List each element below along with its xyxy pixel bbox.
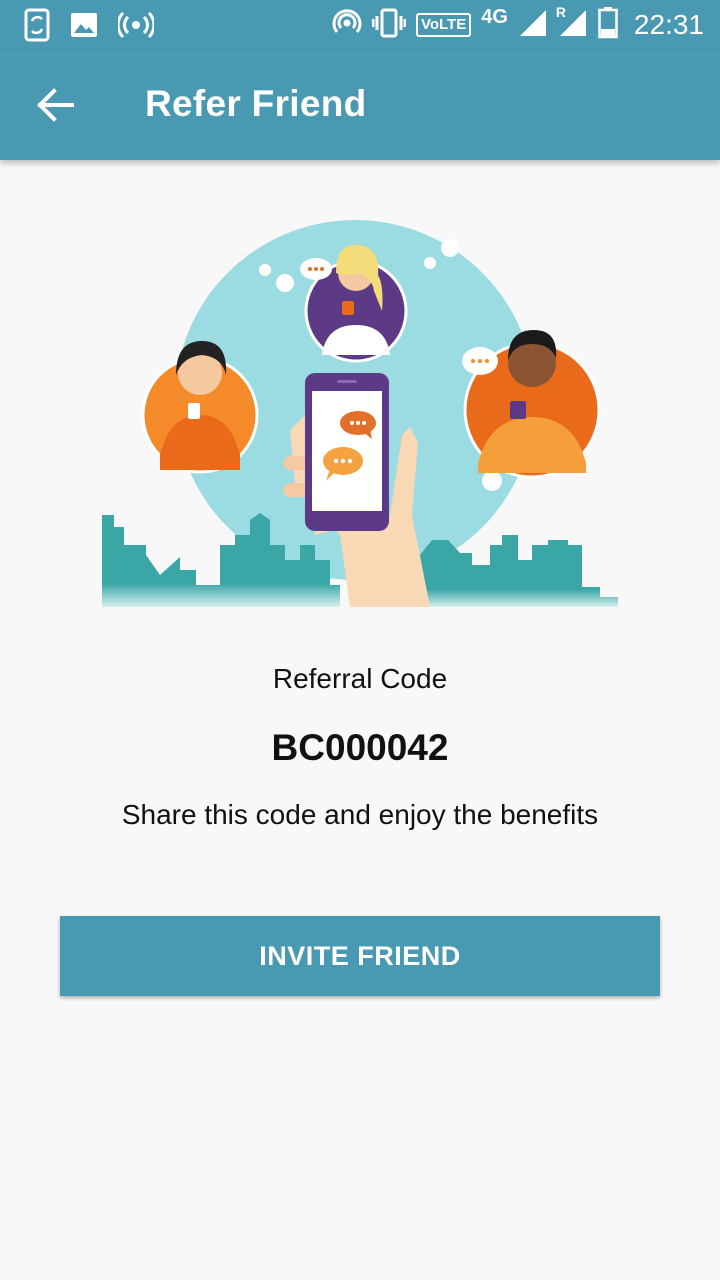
- network-type: 4G: [481, 5, 508, 28]
- refer-friends-illustration: [100, 215, 620, 625]
- status-bar-left: [24, 8, 156, 47]
- battery-icon: [598, 6, 618, 44]
- arrow-back-icon[interactable]: [36, 87, 76, 123]
- signal-roaming-icon: R: [556, 4, 588, 43]
- referral-code-value: BC000042: [271, 727, 449, 768]
- status-bar: VoLTE 4G R 22:31: [0, 0, 720, 50]
- referral-description: Share this code and enjoy the benefits: [121, 799, 599, 830]
- volte-badge: VoLTE: [415, 13, 472, 37]
- signal-icon: [518, 8, 548, 43]
- referral-code-label: Referral Code: [272, 663, 448, 694]
- clock: 22:31: [633, 9, 704, 40]
- page-title: Refer Friend: [145, 83, 367, 124]
- vibrate-icon: [371, 8, 407, 43]
- app-bar: Refer Friend: [0, 50, 720, 160]
- broadcast-icon: [116, 11, 156, 43]
- roaming-indicator: R: [555, 3, 567, 20]
- phone-sync-icon: [24, 8, 50, 47]
- image-icon: [70, 12, 98, 43]
- status-bar-right: VoLTE 4G R 22:31: [332, 4, 704, 46]
- hotspot-icon: [332, 8, 362, 43]
- invite-friend-button[interactable]: INVITE FRIEND: [60, 916, 660, 996]
